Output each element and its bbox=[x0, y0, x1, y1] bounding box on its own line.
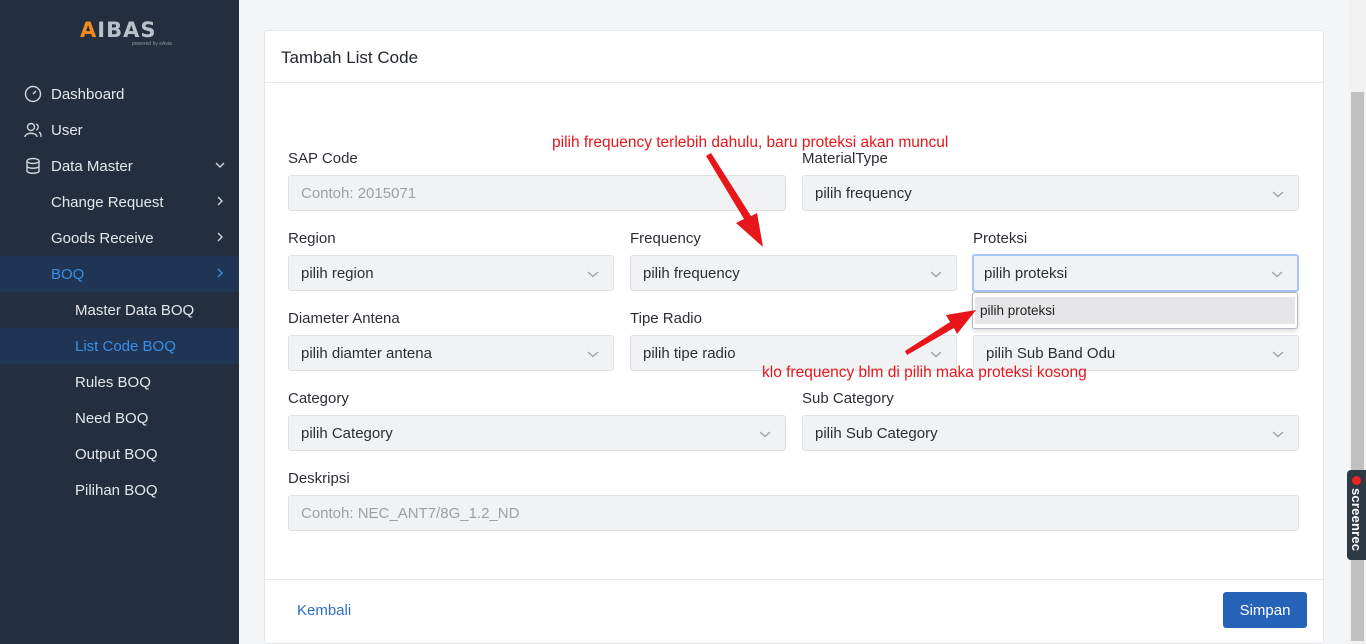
database-icon bbox=[26, 157, 40, 174]
annotation-top: pilih frequency terlebih dahulu, baru pr… bbox=[552, 134, 949, 151]
sidebar-item-label: BOQ bbox=[51, 265, 85, 283]
chevron-down-icon bbox=[1271, 271, 1283, 278]
chevron-down-icon bbox=[1272, 431, 1284, 438]
select-value: pilih Sub Band Odu bbox=[986, 344, 1116, 362]
app-logo[interactable]: AIBAS powered by eAsia bbox=[80, 18, 172, 47]
chevron-down-icon bbox=[930, 271, 942, 278]
region-select[interactable]: pilih region bbox=[288, 255, 614, 291]
chevron-right-icon bbox=[217, 196, 223, 206]
deskripsi-input[interactable]: Contoh: NEC_ANT7/8G_1.2_ND bbox=[288, 495, 1299, 531]
category-label: Category bbox=[288, 390, 349, 407]
select-value: pilih frequency bbox=[643, 264, 740, 282]
chevron-down-icon bbox=[759, 431, 771, 438]
sidebar-item-dashboard[interactable]: Dashboard bbox=[0, 76, 239, 112]
sidebar-item-label: Data Master bbox=[51, 157, 133, 175]
sidebar-item-goods-receive[interactable]: Goods Receive bbox=[0, 220, 239, 256]
sidebar-item-list-code-boq[interactable]: List Code BOQ bbox=[0, 328, 239, 364]
user-icon bbox=[24, 122, 42, 138]
select-value: pilih tipe radio bbox=[643, 344, 736, 362]
sidebar-item-label: Goods Receive bbox=[51, 229, 154, 247]
sidebar-item-label: Output BOQ bbox=[75, 445, 158, 463]
select-value: pilih diamter antena bbox=[301, 344, 432, 362]
sidebar-item-need-boq[interactable]: Need BOQ bbox=[0, 400, 239, 436]
proteksi-dropdown-menu: pilih proteksi bbox=[972, 292, 1298, 329]
diameter-antena-select[interactable]: pilih diamter antena bbox=[288, 335, 614, 371]
sidebar-item-label: List Code BOQ bbox=[75, 337, 176, 355]
sub-category-label: Sub Category bbox=[802, 390, 894, 407]
page-title: Tambah List Code bbox=[281, 48, 419, 67]
sidebar-item-rules-boq[interactable]: Rules BOQ bbox=[0, 364, 239, 400]
sub-category-select[interactable]: pilih Sub Category bbox=[802, 415, 1299, 451]
sidebar-item-data-master[interactable]: Data Master bbox=[0, 148, 239, 184]
sidebar-item-label: Master Data BOQ bbox=[75, 301, 195, 319]
material-type-label: MaterialType bbox=[802, 150, 888, 167]
sidebar-item-boq[interactable]: BOQ bbox=[0, 256, 239, 292]
region-label: Region bbox=[288, 230, 336, 247]
record-icon bbox=[1352, 476, 1361, 485]
proteksi-label: Proteksi bbox=[973, 230, 1028, 247]
screenrec-badge[interactable]: screenrec bbox=[1347, 470, 1366, 560]
screenrec-label: screenrec bbox=[1349, 488, 1364, 552]
sidebar-item-label: User bbox=[51, 121, 83, 139]
material-type-select[interactable]: pilih frequency bbox=[802, 175, 1299, 211]
sidebar-item-user[interactable]: User bbox=[0, 112, 239, 148]
chevron-down-icon bbox=[1272, 351, 1284, 358]
sidebar-item-pilihan-boq[interactable]: Pilihan BOQ bbox=[0, 472, 239, 508]
sap-code-input[interactable]: Contoh: 2015071 bbox=[288, 175, 786, 211]
category-select[interactable]: pilih Category bbox=[288, 415, 786, 451]
proteksi-select[interactable]: pilih proteksi bbox=[972, 254, 1299, 292]
dashboard-icon bbox=[24, 85, 42, 103]
chevron-down-icon bbox=[215, 162, 225, 168]
select-value: pilih proteksi bbox=[984, 264, 1068, 282]
sidebar-item-label: Change Request bbox=[51, 193, 164, 211]
proteksi-option[interactable]: pilih proteksi bbox=[975, 297, 1295, 324]
back-link[interactable]: Kembali bbox=[297, 602, 351, 619]
sidebar-item-label: Rules BOQ bbox=[75, 373, 151, 391]
chevron-down-icon bbox=[587, 351, 599, 358]
diameter-antena-label: Diameter Antena bbox=[288, 310, 400, 327]
sidebar-item-label: Dashboard bbox=[51, 85, 125, 103]
sidebar: AIBAS powered by eAsia Dashboard User Da… bbox=[0, 0, 239, 644]
annotation-bottom: klo frequency blm di pilih maka proteksi… bbox=[762, 364, 1087, 381]
logo-subtitle: powered by eAsia bbox=[132, 41, 172, 47]
sidebar-item-label: Pilihan BOQ bbox=[75, 481, 158, 499]
chevron-down-icon bbox=[587, 271, 599, 278]
frequency-label: Frequency bbox=[630, 230, 701, 247]
card-footer bbox=[265, 579, 1323, 644]
sap-code-label: SAP Code bbox=[288, 150, 358, 167]
tipe-radio-label: Tipe Radio bbox=[630, 310, 702, 327]
logo-text: AIBAS bbox=[80, 18, 157, 42]
sidebar-item-label: Need BOQ bbox=[75, 409, 149, 427]
chevron-down-icon bbox=[930, 351, 942, 358]
deskripsi-label: Deskripsi bbox=[288, 470, 350, 487]
select-value: pilih frequency bbox=[815, 184, 912, 202]
chevron-down-icon bbox=[1272, 191, 1284, 198]
frequency-select[interactable]: pilih frequency bbox=[630, 255, 957, 291]
select-value: pilih Category bbox=[301, 424, 393, 442]
chevron-right-icon bbox=[217, 232, 223, 242]
sidebar-item-output-boq[interactable]: Output BOQ bbox=[0, 436, 239, 472]
sidebar-item-master-data-boq[interactable]: Master Data BOQ bbox=[0, 292, 239, 328]
select-value: pilih region bbox=[301, 264, 374, 282]
select-value: pilih Sub Category bbox=[815, 424, 938, 442]
save-button[interactable]: Simpan bbox=[1223, 592, 1307, 628]
chevron-right-icon bbox=[217, 268, 223, 278]
sidebar-item-change-request[interactable]: Change Request bbox=[0, 184, 239, 220]
card-header: Tambah List Code bbox=[265, 31, 1323, 83]
